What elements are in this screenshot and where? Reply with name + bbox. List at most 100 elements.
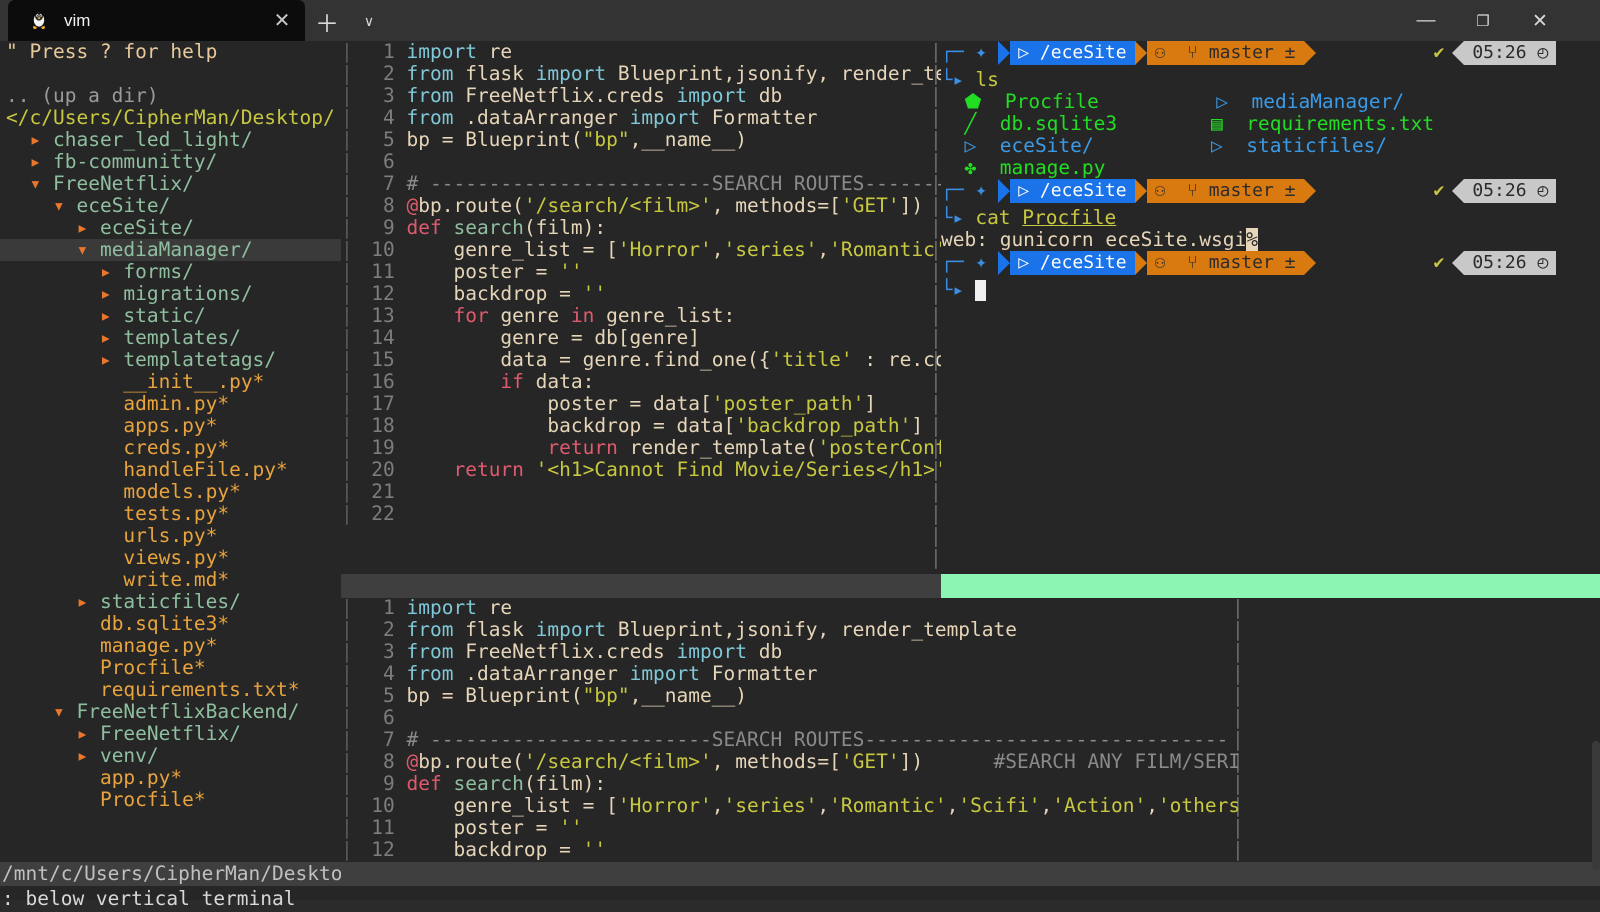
vim-application: " Press ? for help .. (up a dir)</c/User… [0,41,1600,900]
disclosure-triangle-icon[interactable]: ▸ [76,722,88,745]
disclosure-triangle-icon[interactable] [100,392,112,415]
scrollbar[interactable] [1592,741,1600,871]
code-token: bp.route( [418,750,524,773]
nerdtree-dir-item[interactable]: ▸ venv/ [0,745,341,767]
disclosure-triangle-icon[interactable] [100,502,112,525]
disclosure-triangle-icon[interactable]: ▾ [53,194,65,217]
disclosure-triangle-icon[interactable]: ▾ [29,172,41,195]
nerdtree-file-item[interactable]: manage.py* [0,635,341,657]
nerdtree-file-item[interactable]: views.py* [0,547,341,569]
nerdtree-dir-item[interactable]: ▸ FreeNetflix/ [0,723,341,745]
disclosure-triangle-icon[interactable] [100,524,112,547]
code-token: #SEARCH ANY FILM/SERIES FOR POSTERS [923,750,1241,773]
nerdtree-dir-item[interactable]: ▸ chaser_led_light/ [0,129,341,151]
code-token: '' [559,260,582,283]
disclosure-triangle-icon[interactable] [76,634,88,657]
disclosure-triangle-icon[interactable]: ▸ [100,348,112,371]
chevron-down-icon[interactable]: ∨ [352,4,386,38]
nerdtree-dir-item[interactable]: ▸ forms/ [0,261,341,283]
exit-status-check-icon: ✔ [1434,180,1445,201]
ls-entry-name: eceSite/ [1000,134,1211,157]
disclosure-triangle-icon[interactable]: ▸ [29,128,41,151]
disclosure-triangle-icon[interactable]: ▸ [29,150,41,173]
nerdtree-file-item[interactable]: Procfile* [0,657,341,679]
editor-pane-bottom[interactable]: |1 import re|2 from flask import Bluepri… [341,597,1241,862]
nerdtree-file-item[interactable]: app.py* [0,767,341,789]
close-window-button[interactable]: ✕ [1523,4,1557,38]
disclosure-triangle-icon[interactable] [100,370,112,393]
nerdtree-file-item[interactable]: __init__.py* [0,371,341,393]
disclosure-triangle-icon[interactable] [100,414,112,437]
disclosure-triangle-icon[interactable] [100,568,112,591]
nerdtree-dir-item[interactable]: ▾ mediaManager/ [0,239,341,261]
nerdtree-dir-item[interactable]: ▸ staticfiles/ [0,591,341,613]
nerdtree-file-item[interactable]: models.py* [0,481,341,503]
nerdtree-file-item[interactable]: tests.py* [0,503,341,525]
disclosure-triangle-icon[interactable] [76,788,88,811]
nerdtree-dir-item[interactable]: ▸ templatetags/ [0,349,341,371]
disclosure-triangle-icon[interactable] [100,480,112,503]
nerdtree-file-explorer[interactable]: " Press ? for help .. (up a dir)</c/User… [0,41,341,821]
nerdtree-file-item[interactable]: write.md* [0,569,341,591]
disclosure-triangle-icon[interactable] [76,656,88,679]
ls-output-row: ✤ manage.py [941,157,1600,179]
disclosure-triangle-icon[interactable]: ▸ [100,260,112,283]
nerdtree-dir-item[interactable]: ▸ templates/ [0,327,341,349]
nerdtree-file-item[interactable]: db.sqlite3* [0,613,341,635]
code-token: backdrop = data[ [407,414,736,437]
minimize-button[interactable]: — [1409,4,1443,38]
nerdtree-file-item[interactable]: Procfile* [0,789,341,811]
shell-prompt-line: ┌─ ✦ ▷ /eceSite⚇ ⑂ master ±✔05:26 ◴ [941,41,1600,69]
nerdtree-item-label: eceSite/ [100,216,194,239]
powerline-arrow-icon [998,41,1010,65]
line-number: 7 [353,729,395,751]
embedded-terminal-pane[interactable]: ┌─ ✦ ▷ /eceSite⚇ ⑂ master ±✔05:26 ◴└▸ ls… [941,41,1600,571]
disclosure-triangle-icon[interactable]: ▾ [53,700,65,723]
code-line: |17 poster = data['poster_path'] [341,393,941,415]
disclosure-triangle-icon[interactable]: ▸ [100,326,112,349]
terminal-tab-vim[interactable]: vim ✕ [8,0,305,41]
nerdtree-file-item[interactable]: apps.py* [0,415,341,437]
nerdtree-dir-item[interactable]: ▾ FreeNetflix/ [0,173,341,195]
disclosure-triangle-icon[interactable]: ▸ [100,282,112,305]
disclosure-triangle-icon[interactable] [76,678,88,701]
nerdtree-file-item[interactable]: handleFile.py* [0,459,341,481]
nerdtree-dir-item[interactable]: ▸ fb-communitty/ [0,151,341,173]
disclosure-triangle-icon[interactable] [100,436,112,459]
disclosure-triangle-icon[interactable]: ▸ [76,590,88,613]
maximize-button[interactable]: ❐ [1466,4,1500,38]
fold-column: | [341,41,353,63]
disclosure-triangle-icon[interactable]: ▸ [100,304,112,327]
disclosure-triangle-icon[interactable] [76,612,88,635]
nerdtree-dir-item[interactable]: ▸ migrations/ [0,283,341,305]
code-line: |4 from .dataArranger import Formatter [341,663,1241,685]
vim-command-line[interactable]: : below vertical terminal [0,886,1600,912]
disclosure-triangle-icon[interactable]: ▸ [76,744,88,767]
nerdtree-file-item[interactable]: requirements.txt* [0,679,341,701]
disclosure-triangle-icon[interactable] [76,766,88,789]
disclosure-triangle-icon[interactable]: ▾ [76,238,88,261]
nerdtree-file-item[interactable]: admin.py* [0,393,341,415]
disclosure-triangle-icon[interactable] [100,546,112,569]
nerdtree-item-label: migrations/ [123,282,252,305]
code-token: genre = db[genre] [407,326,701,349]
code-token: genre_list = [ [407,794,618,817]
code-token: from [407,618,454,641]
file-type-icon: ▷ [1211,134,1223,157]
disclosure-triangle-icon[interactable] [100,458,112,481]
nerdtree-dir-item[interactable]: ▾ eceSite/ [0,195,341,217]
code-token: 'posterConfirm.h [817,436,941,459]
editor-pane-top[interactable]: |1 import re|2 from flask import Bluepri… [341,41,941,531]
tab-close-icon[interactable]: ✕ [265,4,299,38]
nerdtree-dir-item[interactable]: ▸ eceSite/ [0,217,341,239]
new-tab-button[interactable]: ＋ [310,4,344,38]
disclosure-triangle-icon[interactable]: ▸ [76,216,88,239]
nerdtree-file-item[interactable]: urls.py* [0,525,341,547]
ls-entry-name: staticfiles/ [1246,134,1387,157]
code-token: , [712,238,724,261]
nerdtree-file-item[interactable]: creds.py* [0,437,341,459]
nerdtree-dir-item[interactable]: ▾ FreeNetflixBackend/ [0,701,341,723]
nerdtree-up-a-dir[interactable]: .. (up a dir) [0,85,341,107]
nerdtree-dir-item[interactable]: ▸ static/ [0,305,341,327]
code-token: ,__name__) [630,128,747,151]
